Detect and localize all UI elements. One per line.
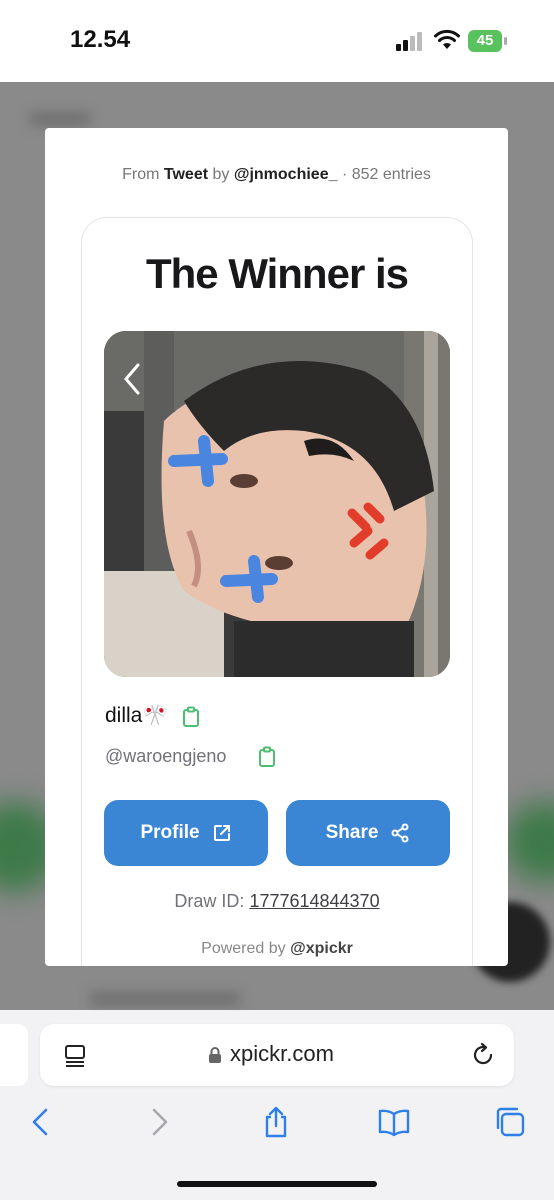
entry-count: · 852 entries: [341, 166, 431, 183]
winner-modal: From Tweet by @jnmochiee_ · 852 entries …: [45, 128, 508, 966]
wifi-icon: [434, 29, 460, 49]
source-handle: @jnmochiee_: [233, 166, 338, 183]
lock-icon: [209, 1047, 221, 1063]
winner-photo: [104, 331, 450, 677]
battery-level: 45: [476, 32, 494, 49]
draw-id-link[interactable]: 1777614844370: [249, 891, 379, 911]
status-time: 12.54: [70, 26, 131, 53]
profile-button[interactable]: Profile: [104, 800, 268, 866]
winner-handle: @waroengjeno: [105, 746, 227, 766]
previous-tab-preview[interactable]: [0, 1024, 28, 1086]
entry-source: From Tweet by @jnmochiee_ · 852 entries: [122, 166, 431, 183]
forward-icon[interactable]: [144, 1106, 176, 1138]
share-button-label: Share: [325, 822, 379, 843]
draw-id: Draw ID: 1777614844370: [174, 891, 380, 911]
page-menu-icon[interactable]: [64, 1044, 86, 1068]
powered-by-link[interactable]: @xpickr: [290, 940, 353, 957]
cellular-signal-icon: [396, 32, 422, 51]
chevron-left-icon[interactable]: [122, 361, 142, 397]
share-nodes-icon: [391, 823, 409, 843]
battery-indicator: 45: [468, 30, 508, 52]
browser-toolbar: xpickr.com: [0, 1010, 554, 1200]
winner-card: The Winner is dilla🎌 @waroengjeno Profil…: [81, 217, 473, 966]
back-icon[interactable]: [24, 1106, 56, 1138]
winner-title: The Winner is: [146, 250, 409, 297]
reload-icon[interactable]: [470, 1042, 496, 1068]
profile-button-label: Profile: [140, 822, 200, 843]
address-bar[interactable]: xpickr.com: [40, 1024, 514, 1086]
source-name: Tweet: [163, 166, 209, 183]
url-text: xpickr.com: [230, 1041, 334, 1066]
powered-by: Powered by @xpickr: [201, 940, 353, 957]
status-bar: 12.54 45: [0, 0, 554, 82]
tabs-icon[interactable]: [494, 1106, 526, 1138]
share-icon[interactable]: [260, 1106, 292, 1138]
home-indicator: [177, 1181, 377, 1187]
bookmarks-icon[interactable]: [378, 1106, 410, 1138]
external-link-icon: [213, 825, 230, 841]
clipboard-icon[interactable]: [258, 746, 276, 768]
clipboard-icon[interactable]: [182, 706, 200, 728]
share-button[interactable]: Share: [286, 800, 450, 866]
winner-name: dilla🎌: [105, 704, 169, 727]
